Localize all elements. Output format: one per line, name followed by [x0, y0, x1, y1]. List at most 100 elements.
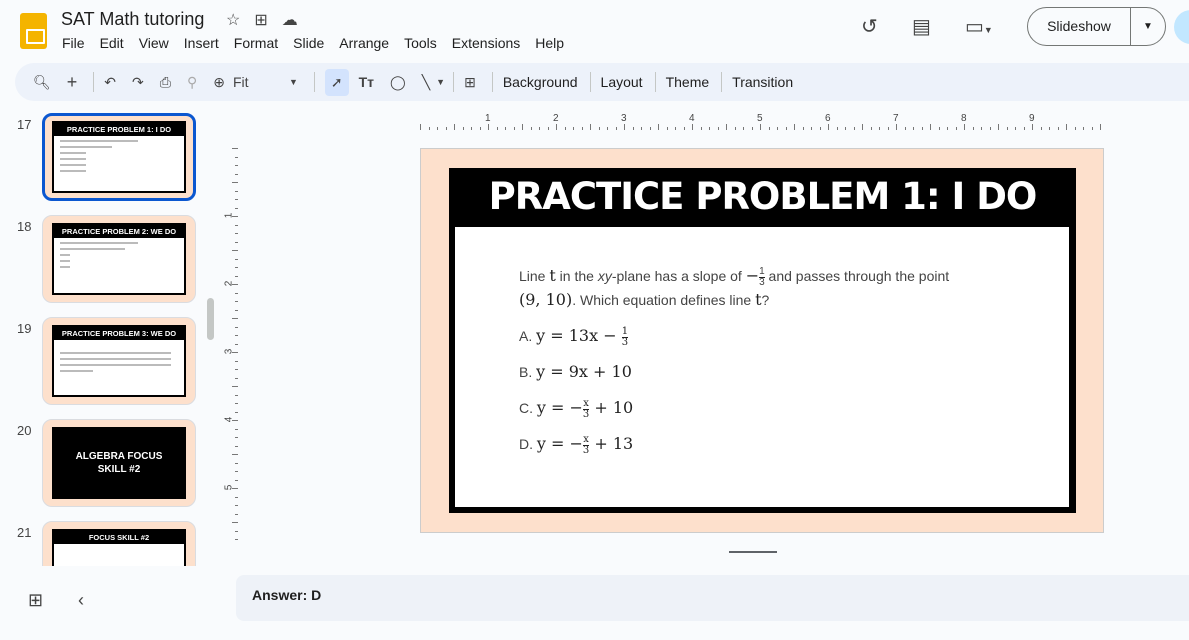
ruler-tick [232, 420, 238, 421]
ruler-tick [235, 173, 238, 175]
menu-help[interactable]: Help [535, 35, 564, 51]
slide-thumbnail-20[interactable]: ALGEBRA FOCUS SKILL #2 [42, 419, 196, 507]
menu-file[interactable]: File [62, 35, 85, 51]
menu-view[interactable]: View [139, 35, 169, 51]
zoom-dropdown-icon[interactable]: ▼ [289, 77, 298, 87]
ruler-tick [989, 127, 991, 130]
divider [654, 72, 656, 92]
ruler-tick [1074, 127, 1076, 130]
menu-arrange[interactable]: Arrange [339, 35, 389, 51]
ruler-tick [232, 488, 238, 489]
ruler-tick [232, 182, 238, 183]
redo-icon[interactable]: ↷ [132, 74, 144, 91]
slide-thumbnail-19[interactable]: PRACTICE PROBLEM 3: WE DO [42, 317, 196, 405]
meet-icon[interactable]: ▭▼ [965, 14, 993, 39]
menu-tools[interactable]: Tools [404, 35, 437, 51]
ruler-tick [1023, 127, 1025, 130]
layout-button[interactable]: Layout [601, 74, 643, 90]
menu-extensions[interactable]: Extensions [452, 35, 520, 51]
ruler-tick [513, 127, 515, 130]
ruler-tick [505, 127, 506, 130]
slideshow-dropdown-icon[interactable]: ▼ [1131, 21, 1165, 32]
line-icon[interactable]: ╲ [422, 74, 430, 91]
ruler-tick [235, 301, 238, 302]
menu-format[interactable]: Format [234, 35, 278, 51]
menu-slide[interactable]: Slide [293, 35, 324, 51]
ruler-tick [235, 258, 238, 260]
ruler-tick [235, 233, 238, 234]
ruler-tick [573, 127, 574, 130]
slide-thumbnail-21[interactable]: FOCUS SKILL #2 [42, 521, 196, 566]
line-dropdown-icon[interactable]: ▼ [436, 77, 445, 87]
slide-body[interactable]: Line t in the xy-plane has a slope of −1… [455, 227, 1069, 507]
comments-icon[interactable]: ▤ [912, 14, 931, 39]
ruler-tick [887, 127, 889, 130]
slide-thumbnail-18[interactable]: PRACTICE PROBLEM 2: WE DO [42, 215, 196, 303]
ruler-tick [947, 127, 948, 130]
slide-thumbnail-17[interactable]: PRACTICE PROBLEM 1: I DO [42, 113, 196, 201]
ruler-tick [998, 124, 999, 130]
ruler-tick [717, 127, 719, 130]
menu-insert[interactable]: Insert [184, 35, 219, 51]
document-title[interactable]: SAT Math tutoring [61, 9, 204, 30]
notes-resize-handle[interactable] [729, 551, 777, 553]
ruler-tick [235, 539, 238, 540]
cloud-saved-icon[interactable]: ☁ [282, 10, 298, 30]
version-history-icon[interactable]: ↺ [861, 14, 878, 39]
ruler-tick [428, 127, 430, 130]
select-tool-icon[interactable]: ➚ [324, 68, 349, 96]
ruler-tick [896, 124, 897, 130]
divider [491, 72, 493, 92]
add-comment-icon[interactable]: ⊞ [464, 74, 476, 91]
paint-format-icon[interactable]: ⚲ [187, 74, 197, 91]
shape-icon[interactable]: ◯ [390, 74, 406, 91]
ruler-tick [811, 127, 812, 130]
slide-number: 19 [17, 321, 32, 336]
ruler-tick [845, 127, 846, 130]
slide-number: 17 [17, 117, 32, 132]
filmstrip-scrollbar[interactable] [207, 298, 214, 340]
slide-title[interactable]: PRACTICE PROBLEM 1: I DO [449, 168, 1076, 226]
move-folder-icon[interactable]: ⊞ [254, 10, 267, 30]
slide-number: 21 [17, 525, 32, 540]
ruler-tick [232, 148, 238, 149]
collapse-filmstrip-icon[interactable]: ‹ [78, 590, 84, 611]
star-icon[interactable]: ☆ [226, 10, 240, 30]
new-slide-icon[interactable]: + [67, 72, 78, 93]
answer-option: B. y = 9x + 10 [519, 360, 1005, 384]
slideshow-button[interactable]: Slideshow ▼ [1027, 7, 1166, 46]
ruler-tick [235, 207, 238, 209]
ruler-tick [454, 124, 455, 130]
zoom-select[interactable]: Fit [233, 74, 289, 90]
undo-icon[interactable]: ↶ [104, 74, 116, 91]
transition-button[interactable]: Transition [732, 74, 793, 90]
ruler-tick [235, 292, 238, 294]
search-icon[interactable]: 🔍︎ [33, 74, 51, 91]
ruler-tick [437, 127, 438, 130]
background-button[interactable]: Background [503, 74, 578, 90]
ruler-tick [235, 199, 238, 200]
ruler-tick [734, 127, 736, 130]
ruler-tick [420, 124, 421, 130]
ruler-tick [496, 127, 498, 130]
speaker-notes[interactable]: Answer: D [236, 575, 1189, 621]
ruler-tick [1066, 124, 1067, 130]
slides-logo[interactable] [20, 13, 47, 49]
slide-canvas[interactable]: PRACTICE PROBLEM 1: I DO Line t in the x… [420, 148, 1104, 533]
ruler-tick [700, 127, 702, 130]
zoom-icon[interactable]: ⊕ [213, 74, 225, 91]
text-box-icon[interactable]: Tт [359, 74, 374, 90]
theme-button[interactable]: Theme [666, 74, 710, 90]
ruler-tick [683, 127, 685, 130]
grid-view-icon[interactable]: ⊞ [28, 590, 43, 611]
ruler-tick [904, 127, 906, 130]
ruler-tick [235, 428, 238, 430]
ruler-tick-label: 5 [757, 113, 763, 124]
ruler-tick [232, 318, 238, 319]
print-icon[interactable]: ⎙ [160, 74, 171, 91]
avatar[interactable] [1174, 10, 1189, 44]
ruler-tick [955, 127, 957, 130]
slideshow-label[interactable]: Slideshow [1028, 8, 1131, 45]
ruler-tick [1100, 124, 1101, 130]
menu-edit[interactable]: Edit [100, 35, 124, 51]
